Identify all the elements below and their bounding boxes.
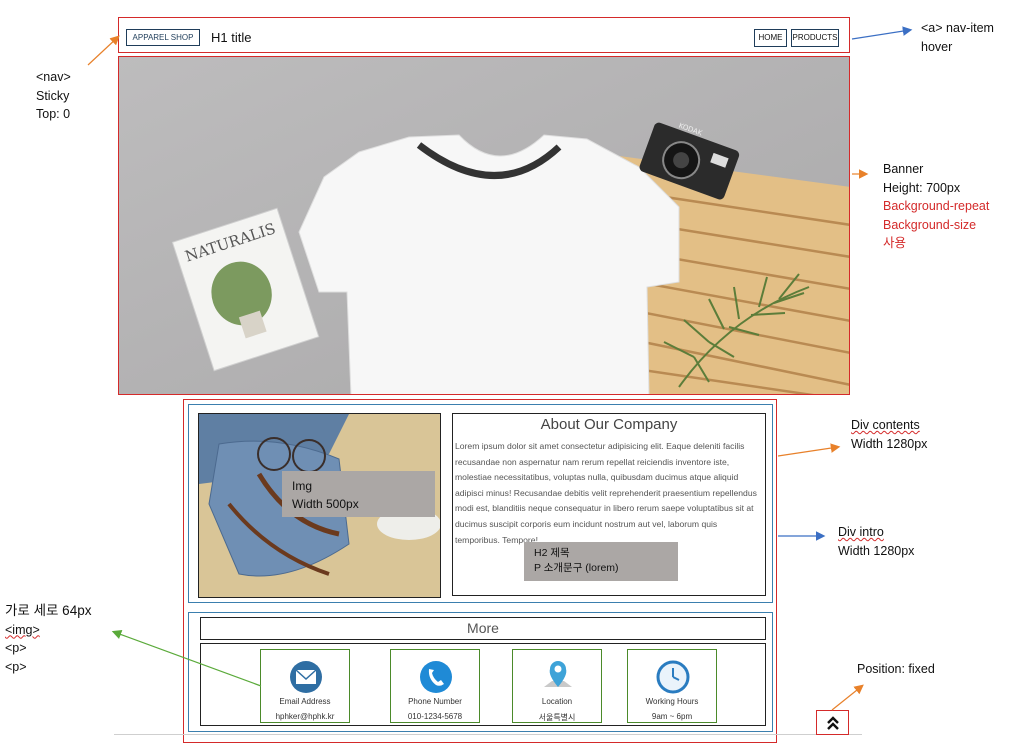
arrow-nav xyxy=(87,35,120,66)
annotation-nav-line2: Sticky xyxy=(36,88,70,103)
annotation-contents: Div contents Width 1280px xyxy=(851,416,927,453)
annotation-icons-line2: <img> xyxy=(5,622,40,637)
annotation-banner-line4: Background-size xyxy=(883,217,977,232)
annotation-banner-line2: Height: 700px xyxy=(883,180,961,195)
arrow-fixed xyxy=(831,684,864,711)
annotation-intro-line2: Width 1280px xyxy=(838,543,915,558)
arrow-icons xyxy=(111,629,262,687)
annotation-nav-line1: <nav> xyxy=(36,70,71,84)
annotation-banner-line3: Background-repeat xyxy=(883,199,990,213)
arrow-contents xyxy=(777,443,841,457)
annotation-nav-item: <a> nav-item hover xyxy=(921,19,994,56)
annotation-nav-item-line2: hover xyxy=(921,39,953,54)
annotation-icons: 가로 세로 64px <img> <p> <p> xyxy=(5,602,91,676)
annotation-contents-line1: Div contents xyxy=(851,418,920,432)
annotation-fixed: Position: fixed xyxy=(857,662,935,676)
annotation-nav-item-line1: <a> nav-item xyxy=(921,21,994,35)
annotation-nav: <nav> Sticky Top: 0 xyxy=(36,68,71,124)
annotation-nav-line3: Top: 0 xyxy=(36,107,71,121)
annotation-intro: Div intro Width 1280px xyxy=(838,523,914,560)
annotation-arrows xyxy=(87,26,913,711)
annotation-banner: Banner Height: 700px Background-repeat B… xyxy=(883,160,989,253)
annotation-banner-line5: 사용 xyxy=(883,236,907,250)
annotation-icons-line3: <p> xyxy=(5,641,27,655)
annotation-intro-line1: Div intro xyxy=(838,525,884,539)
arrow-nav-item xyxy=(851,26,913,40)
annotation-banner-line1: Banner xyxy=(883,162,924,176)
annotation-icons-line1: 가로 세로 64px xyxy=(5,603,92,618)
annotation-contents-line2: Width 1280px xyxy=(851,436,928,451)
annotation-icons-line4: <p> xyxy=(5,659,27,674)
